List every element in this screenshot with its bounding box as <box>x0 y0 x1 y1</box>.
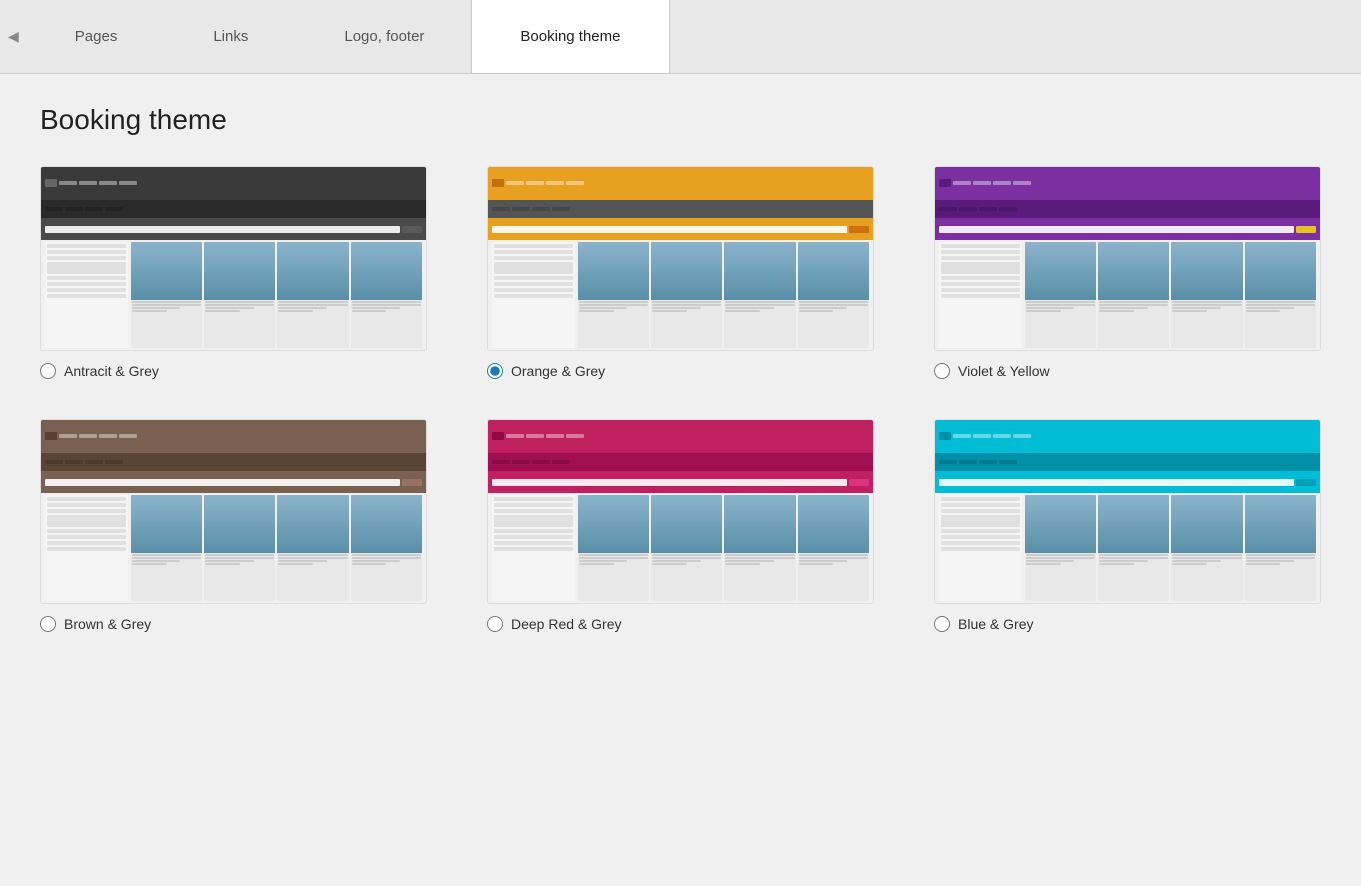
tab-logo-footer[interactable]: Logo, footer <box>296 0 472 73</box>
theme-preview-brown[interactable] <box>40 419 427 604</box>
theme-radio-brown[interactable] <box>40 616 56 632</box>
theme-preview-orange[interactable] <box>487 166 874 351</box>
theme-item-antracit: Antracit & Grey <box>40 166 427 379</box>
theme-preview-deepred[interactable] <box>487 419 874 604</box>
theme-item-deepred: Deep Red & Grey <box>487 419 874 632</box>
theme-preview-antracit[interactable] <box>40 166 427 351</box>
tab-booking-theme[interactable]: Booking theme <box>472 0 668 73</box>
theme-radio-antracit[interactable] <box>40 363 56 379</box>
theme-label-row-deepred[interactable]: Deep Red & Grey <box>487 616 622 632</box>
theme-label-row-brown[interactable]: Brown & Grey <box>40 616 151 632</box>
theme-label-row-orange[interactable]: Orange & Grey <box>487 363 605 379</box>
theme-label-orange: Orange & Grey <box>511 363 605 379</box>
theme-preview-blue[interactable] <box>934 419 1321 604</box>
theme-item-blue: Blue & Grey <box>934 419 1321 632</box>
tab-pages[interactable]: Pages <box>27 0 166 73</box>
theme-label-blue: Blue & Grey <box>958 616 1033 632</box>
tab-scroll-left-icon[interactable]: ◀ <box>0 0 27 73</box>
theme-item-orange: Orange & Grey <box>487 166 874 379</box>
content-area: Booking theme <box>0 74 1361 672</box>
theme-radio-deepred[interactable] <box>487 616 503 632</box>
theme-label-brown: Brown & Grey <box>64 616 151 632</box>
page-title: Booking theme <box>40 104 1321 136</box>
theme-label-row-violet[interactable]: Violet & Yellow <box>934 363 1050 379</box>
theme-radio-violet[interactable] <box>934 363 950 379</box>
theme-radio-orange[interactable] <box>487 363 503 379</box>
theme-label-row-antracit[interactable]: Antracit & Grey <box>40 363 159 379</box>
theme-label-violet: Violet & Yellow <box>958 363 1050 379</box>
theme-grid: Antracit & Grey <box>40 166 1321 632</box>
theme-item-violet: Violet & Yellow <box>934 166 1321 379</box>
theme-label-deepred: Deep Red & Grey <box>511 616 622 632</box>
theme-label-row-blue[interactable]: Blue & Grey <box>934 616 1033 632</box>
theme-label-antracit: Antracit & Grey <box>64 363 159 379</box>
tab-bar: ◀ Pages Links Logo, footer Booking theme <box>0 0 1361 74</box>
theme-item-brown: Brown & Grey <box>40 419 427 632</box>
tab-links[interactable]: Links <box>165 0 296 73</box>
theme-preview-violet[interactable] <box>934 166 1321 351</box>
theme-radio-blue[interactable] <box>934 616 950 632</box>
